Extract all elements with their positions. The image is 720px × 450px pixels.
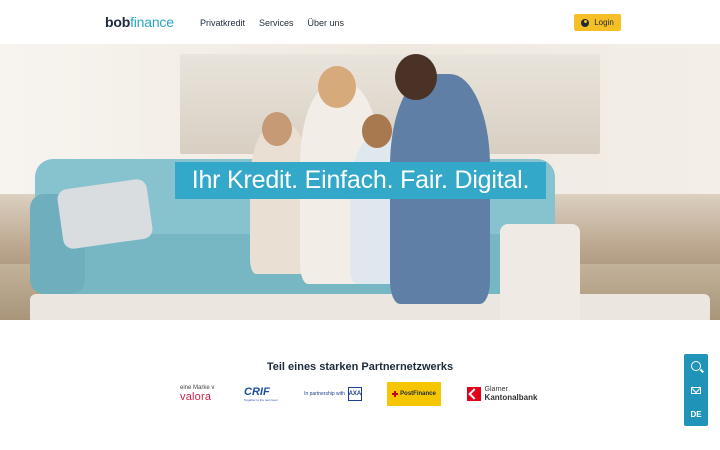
nav-privatkredit[interactable]: Privatkredit xyxy=(200,18,245,28)
postfinance-plus-icon xyxy=(392,391,399,397)
hero-head-girl xyxy=(262,112,292,146)
postfinance-logo[interactable]: PostFinance xyxy=(387,382,441,406)
axa-logo[interactable]: In partnership with AXA xyxy=(298,382,368,406)
hero-section: Ihr Kredit. Einfach. Fair. Digital. xyxy=(0,44,720,320)
hero-head-boy xyxy=(362,114,392,148)
gkb-line2: Kantonalbank xyxy=(484,393,538,402)
glarner-kantonalbank-logo[interactable]: Glarner Kantonalbank xyxy=(462,382,542,406)
valora-logo[interactable]: eine Marke v valora xyxy=(180,382,225,406)
hero-headline-banner: Ihr Kredit. Einfach. Fair. Digital. xyxy=(175,162,546,199)
language-switch[interactable]: DE xyxy=(684,402,708,426)
main-nav: Privatkredit Services Über uns xyxy=(200,18,344,28)
login-button[interactable]: Login xyxy=(574,14,621,31)
partner-logos: eine Marke v valora CRIF Together to the… xyxy=(180,382,540,406)
crif-logo[interactable]: CRIF Together to the next level xyxy=(244,382,282,406)
nav-ueber-uns[interactable]: Über uns xyxy=(308,18,345,28)
partners-title: Teil eines starken Partnernetzwerks xyxy=(266,361,454,373)
hero-headline: Ihr Kredit. Einfach. Fair. Digital. xyxy=(191,166,530,194)
nav-services[interactable]: Services xyxy=(259,18,294,28)
hero-blanket xyxy=(500,224,580,320)
bobfinance-logo[interactable]: bob finance xyxy=(105,14,174,30)
hero-head-father xyxy=(395,54,437,100)
gkb-line1: Glarner xyxy=(484,386,508,393)
gkb-flag-icon xyxy=(466,387,481,401)
login-label: Login xyxy=(594,18,614,27)
language-label: DE xyxy=(690,409,702,419)
postfinance-wordmark: PostFinance xyxy=(400,391,436,397)
crif-tagline: Together to the next level xyxy=(244,398,278,402)
axa-mark: AXA xyxy=(347,387,362,401)
search-icon xyxy=(691,361,701,371)
logo-bob: bob xyxy=(105,14,131,30)
contact-button[interactable] xyxy=(684,378,708,402)
gkb-text: Glarner Kantonalbank xyxy=(485,386,538,402)
hero-head-mother xyxy=(318,66,356,108)
valora-wordmark: valora xyxy=(180,391,212,403)
search-button[interactable] xyxy=(684,354,708,378)
mail-icon xyxy=(691,386,701,394)
logo-finance: finance xyxy=(130,14,174,30)
site-header: bob finance Privatkredit Services Über un… xyxy=(0,0,720,44)
side-toolbar: DE xyxy=(684,354,708,426)
axa-text: In partnership with xyxy=(304,391,345,397)
user-icon xyxy=(581,18,590,27)
hero-rug xyxy=(30,294,710,320)
crif-wordmark: CRIF xyxy=(244,386,270,398)
hero-pillow xyxy=(56,178,154,250)
